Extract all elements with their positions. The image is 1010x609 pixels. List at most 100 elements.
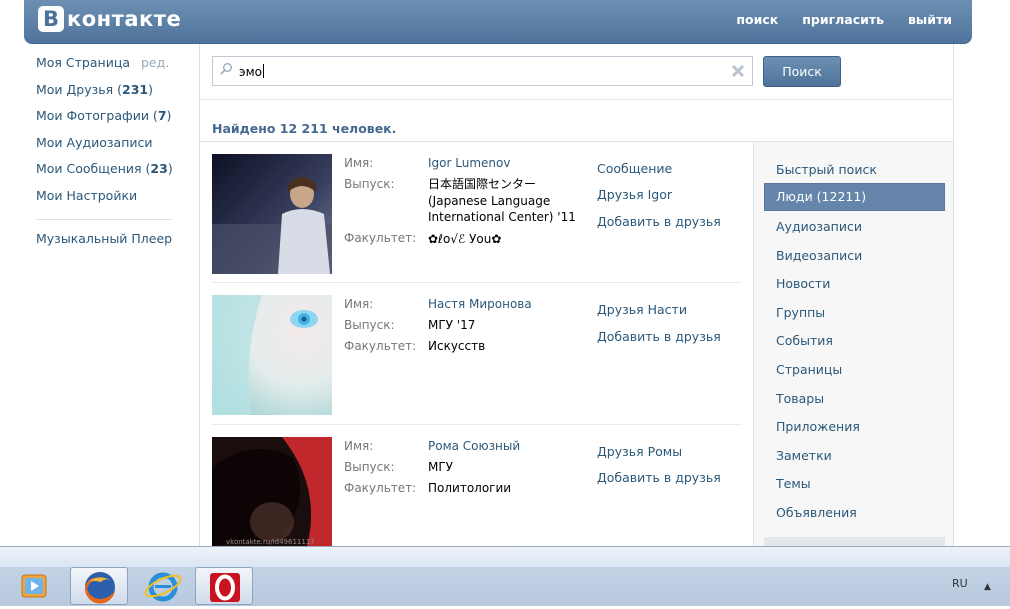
filter-people[interactable]: Люди (12211) — [764, 183, 945, 211]
user-name-link[interactable]: Настя Миронова — [428, 297, 532, 311]
result-item: Имя: Настя Миронова Выпуск: МГУ '17 Факу… — [212, 295, 742, 437]
friends-link[interactable]: Друзья Ромы — [597, 444, 682, 459]
filter-groups[interactable]: Группы — [776, 305, 825, 320]
add-friend-link[interactable]: Добавить в друзья — [597, 470, 721, 485]
photo-image — [212, 154, 332, 274]
photo-image — [212, 295, 332, 415]
search-input[interactable]: эмо — [212, 56, 753, 86]
user-photo[interactable] — [212, 295, 332, 415]
user-name-link[interactable]: Igor Lumenov — [428, 156, 510, 170]
friends-link[interactable]: Друзья Igor — [597, 187, 672, 202]
add-friend-link[interactable]: Добавить в друзья — [597, 329, 721, 344]
ie-taskbar-button[interactable] — [134, 567, 192, 605]
menu-item-photos[interactable]: Мои Фотографии (7) — [36, 107, 172, 134]
paren: ) — [167, 161, 173, 176]
menu-item-friends[interactable]: Мои Друзья (231) — [36, 81, 172, 108]
paren: ) — [166, 108, 172, 123]
filter-events[interactable]: События — [776, 333, 833, 348]
menu-item-label: Мои Сообщения ( — [36, 161, 151, 176]
menu-item-settings[interactable]: Мои Настройки — [36, 187, 172, 214]
filter-video[interactable]: Видеозаписи — [776, 248, 862, 263]
menu-divider — [36, 219, 172, 220]
menu-item-label: Мои Друзья ( — [36, 81, 123, 97]
menu-item-audio[interactable]: Мои Аудиозаписи — [36, 134, 172, 161]
divider — [212, 282, 742, 283]
edit-link[interactable]: ред. — [141, 54, 169, 72]
opera-icon — [210, 573, 240, 602]
firefox-icon — [84, 572, 115, 604]
user-photo[interactable] — [212, 154, 332, 274]
name-value: Рома Союзный — [428, 438, 590, 455]
menu-item-label: Моя Страница — [36, 55, 130, 70]
name-label: Имя: — [344, 439, 374, 453]
results-count: Найдено 12 211 человек. — [212, 121, 397, 136]
user-name-link[interactable]: Рома Союзный — [428, 439, 520, 453]
graduation-value: МГУ '17 — [428, 318, 476, 332]
media-player-icon[interactable] — [8, 567, 58, 605]
divider — [212, 424, 742, 425]
filters-footer — [764, 537, 945, 546]
faculty-value: Политологии — [428, 481, 512, 495]
messages-count: 23 — [150, 161, 168, 176]
firefox-taskbar-button[interactable] — [70, 567, 128, 605]
menu-item-label: Мои Фотографии ( — [36, 108, 158, 123]
faculty-label: Факультет: — [344, 481, 417, 495]
filter-ads[interactable]: Объявления — [776, 505, 857, 520]
clear-icon[interactable] — [730, 63, 746, 79]
media-player-glyph — [21, 574, 47, 598]
filter-pages[interactable]: Страницы — [776, 362, 842, 377]
photo-image: vkontakte.ru/id49611117 — [212, 437, 332, 546]
result-item: Имя: Igor Lumenov Выпуск: 日本語国際センター (Jap… — [212, 154, 742, 296]
filter-topics[interactable]: Темы — [776, 476, 811, 491]
internet-explorer-icon — [144, 572, 182, 602]
top-nav: поиск пригласить выйти — [736, 12, 952, 27]
name-value: Настя Миронова — [428, 296, 590, 313]
windows-taskbar: RU ▲ — [0, 546, 1010, 606]
graduation-label: Выпуск: — [344, 460, 395, 474]
logo-text: контакте — [67, 7, 182, 31]
name-value: Igor Lumenov — [428, 155, 590, 172]
search-query-text: эмо — [239, 65, 262, 79]
search-sections: Быстрый поиск Люди (12211) Аудиозаписи В… — [753, 142, 953, 546]
menu-item-my-page[interactable]: Моя Страница ред. — [36, 54, 172, 81]
filter-news[interactable]: Новости — [776, 276, 830, 291]
nav-invite-link[interactable]: пригласить — [802, 12, 884, 27]
photo-watermark: vkontakte.ru/id49611117 — [226, 538, 315, 546]
filter-audio[interactable]: Аудиозаписи — [776, 219, 862, 234]
menu-item-music-player[interactable]: Музыкальный Плеер — [36, 230, 172, 257]
send-message-link[interactable]: Сообщение — [597, 161, 672, 176]
language-indicator[interactable]: RU — [952, 577, 968, 590]
left-menu: Моя Страница ред. Мои Друзья (231) Мои Ф… — [36, 54, 173, 257]
friends-link[interactable]: Друзья Насти — [597, 302, 687, 317]
vk-logo[interactable]: B контакте — [38, 6, 181, 32]
site-header: B контакте поиск пригласить выйти — [24, 0, 972, 44]
search-button[interactable]: Поиск — [763, 56, 841, 87]
name-label: Имя: — [344, 156, 374, 170]
taskbar-strip — [0, 547, 1010, 567]
nav-logout-link[interactable]: выйти — [908, 12, 952, 27]
faculty-value: ✿ℓo√ℰ Уou✿ — [428, 232, 502, 246]
friends-count: 231 — [122, 81, 149, 97]
filter-notes[interactable]: Заметки — [776, 448, 832, 463]
graduation-value: МГУ — [428, 460, 453, 474]
faculty-label: Факультет: — [344, 339, 417, 353]
faculty-value: Искусств — [428, 339, 486, 353]
photos-count: 7 — [157, 108, 167, 123]
graduation-value: 日本語国際センター (Japanese Language Internation… — [428, 177, 576, 224]
filter-goods[interactable]: Товары — [776, 391, 824, 406]
logo-letter: B — [38, 6, 64, 32]
graduation-label: Выпуск: — [344, 177, 395, 191]
opera-taskbar-button[interactable] — [195, 567, 253, 605]
filter-apps[interactable]: Приложения — [776, 419, 860, 434]
menu-item-messages[interactable]: Мои Сообщения (23) — [36, 160, 173, 187]
tray-expand-icon[interactable]: ▲ — [984, 582, 991, 592]
add-friend-link[interactable]: Добавить в друзья — [597, 214, 721, 229]
user-photo[interactable]: vkontakte.ru/id49611117 — [212, 437, 332, 546]
nav-search-link[interactable]: поиск — [736, 12, 778, 27]
paren: ) — [148, 81, 153, 97]
filter-quick-search[interactable]: Быстрый поиск — [776, 162, 877, 177]
text-caret — [262, 64, 264, 78]
graduation-label: Выпуск: — [344, 318, 395, 332]
divider — [200, 99, 953, 100]
faculty-label: Факультет: — [344, 231, 417, 245]
